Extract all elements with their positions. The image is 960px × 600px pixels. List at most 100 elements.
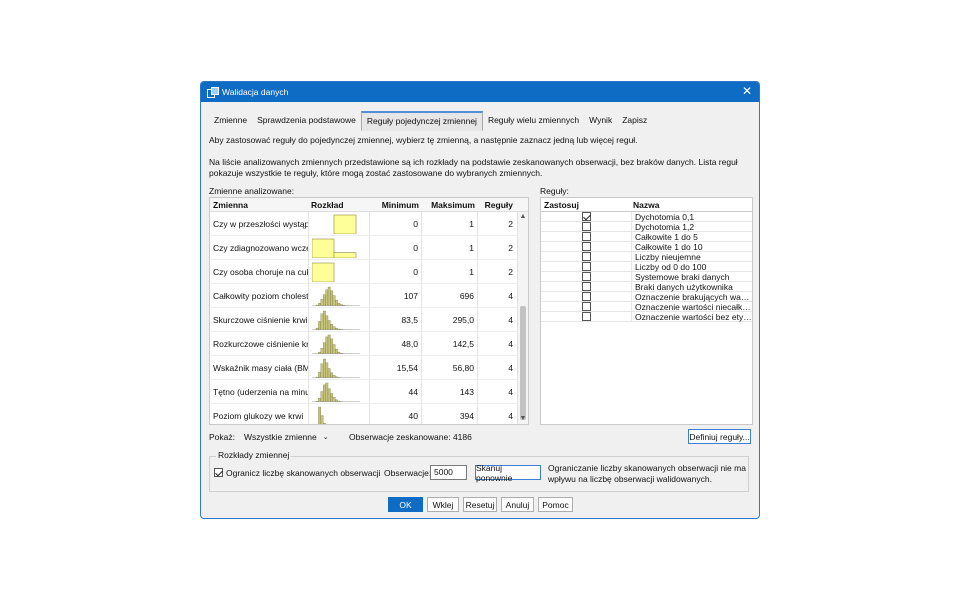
rule-apply-checkbox[interactable]	[581, 272, 591, 281]
rescan-button[interactable]: Skanuj ponownie	[475, 463, 541, 483]
histogram-bar	[325, 362, 329, 378]
histogram-bar	[332, 396, 336, 402]
analyzed-variables-table[interactable]: Zmienna Rozkład Minimum Maksimum Reguły …	[209, 197, 529, 425]
histogram-bar	[323, 310, 326, 330]
column-header-name[interactable]: Nazwa	[621, 198, 671, 211]
tab-strip: Zmienne Sprawdzenia podstawowe Reguły po…	[209, 111, 652, 132]
histogram-bar	[325, 289, 329, 306]
tab-variables[interactable]: Zmienne	[209, 112, 252, 132]
minimum-value: 0	[370, 212, 422, 235]
rule-apply-checkbox[interactable]	[581, 312, 591, 321]
scroll-up-icon[interactable]: ▲	[518, 212, 528, 222]
observations-label: Obserwacje:	[384, 468, 432, 478]
rule-apply-cell	[541, 242, 632, 251]
histogram-bar	[312, 262, 335, 282]
tab-output[interactable]: Wynik	[584, 112, 617, 132]
vertical-scrollbar[interactable]: ▲ ▼	[517, 212, 528, 424]
rule-apply-checkbox[interactable]	[581, 262, 591, 271]
table-row[interactable]: Skurczowe ciśnienie krwi 83,5 295,0 4	[210, 308, 528, 332]
reset-button[interactable]: Resetuj	[463, 497, 497, 512]
rule-row[interactable]: Dychotomia 1,2	[541, 222, 752, 232]
close-icon[interactable]: ✕	[742, 85, 752, 97]
tab-single-variable-rules[interactable]: Reguły pojedynczej zmiennej	[360, 111, 483, 131]
tab-basic-checks[interactable]: Sprawdzenia podstawowe	[252, 112, 361, 132]
rule-rows: Dychotomia 0,1 Dychotomia 1,2 Całkowite 1 …	[541, 212, 752, 322]
histogram-bar	[332, 343, 336, 354]
rule-apply-checkbox[interactable]	[581, 282, 591, 291]
rule-name: Braki danych użytkownika	[635, 281, 733, 292]
maximum-value: 1	[422, 212, 478, 235]
rule-apply-checkbox[interactable]	[581, 302, 591, 311]
column-header-maximum[interactable]: Maksimum	[422, 198, 478, 211]
rule-apply-checkbox[interactable]	[581, 212, 591, 221]
cancel-button[interactable]: Anuluj	[501, 497, 534, 512]
ok-button[interactable]: OK	[388, 497, 423, 512]
rule-apply-checkbox[interactable]	[581, 252, 591, 261]
limit-note-line-2: wpływu na liczbę obserwacji walidowanych…	[548, 474, 712, 484]
maximum-value: 1	[422, 260, 478, 283]
table-row[interactable]: Czy osoba choruje na cukrzycę 01 2	[210, 260, 528, 284]
histogram-bar	[330, 323, 333, 330]
rule-row[interactable]: Oznaczenie brakujących wartości	[541, 292, 752, 302]
chevron-down-icon: ⌄	[322, 434, 329, 441]
rules-count: 2	[508, 218, 513, 229]
histogram-bar	[330, 338, 333, 354]
histogram-bar	[323, 341, 326, 354]
window-title: Walidacja danych	[222, 87, 289, 97]
rule-apply-checkbox[interactable]	[581, 292, 591, 301]
tab-cross-variable-rules[interactable]: Reguły wielu zmiennych	[483, 112, 584, 132]
define-rules-button[interactable]: Definiuj reguły...	[688, 429, 751, 444]
column-header-variable[interactable]: Zmienna	[210, 198, 308, 211]
minimum-value: 15,54	[370, 356, 422, 379]
validate-data-dialog: Walidacja danych ✕ Zmienne Sprawdzenia p…	[200, 81, 760, 519]
column-header-apply[interactable]: Zastosuj	[541, 198, 621, 211]
rule-apply-checkbox[interactable]	[581, 242, 591, 251]
distribution-cell	[308, 404, 370, 424]
table-row[interactable]: Czy zdiagnozowano wcześniej... 01 2	[210, 236, 528, 260]
distribution-histogram	[315, 406, 326, 424]
maximum-value: 56,80	[422, 356, 478, 379]
limit-observations-label: Ogranicz liczbę skanowanych obserwacji	[226, 468, 381, 478]
show-select[interactable]: Wszystkie zmienne ⌄	[242, 430, 330, 444]
histogram-bar	[332, 294, 336, 306]
table-row[interactable]: Czy w przeszłości wystąpił... 01 2	[210, 212, 528, 236]
scroll-thumb[interactable]	[520, 306, 526, 420]
minimum-value: 48,0	[370, 332, 422, 355]
rule-apply-checkbox[interactable]	[581, 232, 591, 241]
rule-row[interactable]: Oznaczenie wartości niecałkowitych	[541, 302, 752, 312]
rules-table[interactable]: Zastosuj Nazwa Dychotomia 0,1 Dychotomia …	[540, 197, 753, 425]
help-button[interactable]: Pomoc	[538, 497, 573, 512]
rule-row[interactable]: Dychotomia 0,1	[541, 212, 752, 222]
column-header-minimum[interactable]: Minimum	[370, 198, 422, 211]
rule-row[interactable]: Całkowite 1 do 10	[541, 242, 752, 252]
rule-row[interactable]: Liczby od 0 do 100	[541, 262, 752, 272]
rule-row[interactable]: Systemowe braki danych	[541, 272, 752, 282]
rule-row[interactable]: Oznaczenie wartości bez etykiety	[541, 312, 752, 322]
rule-row[interactable]: Całkowite 1 do 5	[541, 232, 752, 242]
scroll-down-icon[interactable]: ▼	[518, 414, 528, 424]
limit-observations-checkbox[interactable]	[214, 468, 223, 477]
paste-button[interactable]: Wklej	[427, 497, 459, 512]
rule-apply-checkbox[interactable]	[581, 222, 591, 231]
maximum-value: 696	[422, 284, 478, 307]
distribution-cell	[308, 308, 370, 331]
column-header-distribution[interactable]: Rozkład	[308, 198, 370, 211]
histogram-bar	[330, 392, 333, 402]
histogram-bar	[333, 214, 357, 234]
table-row[interactable]: Poziom glukozy we krwi 40 394 4	[210, 404, 528, 424]
table-row[interactable]: Wskaźnik masy ciała (BMI) 15,54 56,80 4	[210, 356, 528, 380]
tab-save[interactable]: Zapisz	[617, 112, 652, 132]
histogram-bar	[330, 372, 333, 378]
rule-row[interactable]: Braki danych użytkownika	[541, 282, 752, 292]
histogram-bar	[320, 363, 324, 378]
table-row[interactable]: Rozkurczowe ciśnienie krwi 48,0 142,5 4	[210, 332, 528, 356]
column-header-rules[interactable]: Reguły	[478, 198, 516, 211]
table-row[interactable]: Tętno (uderzenia na minutę) 44143 4	[210, 380, 528, 404]
rule-apply-cell	[541, 282, 632, 291]
observations-input[interactable]: 5000	[430, 465, 467, 480]
minimum-value: 44	[370, 380, 422, 403]
rule-row[interactable]: Liczby nieujemne	[541, 252, 752, 262]
show-label: Pokaż:	[209, 432, 235, 442]
table-row[interactable]: Całkowity poziom cholesterolu 107696 4	[210, 284, 528, 308]
maximum-value: 1	[422, 236, 478, 259]
